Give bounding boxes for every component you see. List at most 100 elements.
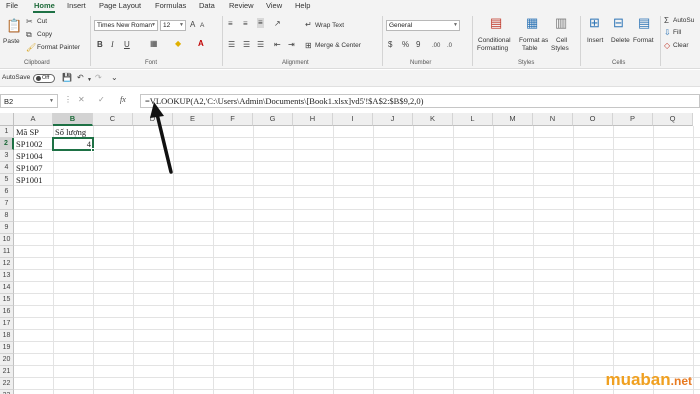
name-box-dropdown-icon[interactable]: ▼ (49, 98, 54, 104)
cell-a3[interactable]: SP1004 (14, 150, 53, 162)
column-header-p[interactable]: P (613, 113, 653, 126)
column-header-j[interactable]: J (373, 113, 413, 126)
format-painter-button[interactable]: Format Painter (37, 44, 80, 51)
column-header-n[interactable]: N (533, 113, 573, 126)
tab-home[interactable]: Home (34, 1, 55, 10)
orientation-icon[interactable]: ↗ (274, 19, 281, 29)
row-header-16[interactable]: 16 (0, 306, 14, 318)
increase-decimal-icon[interactable]: .00 (432, 41, 440, 51)
align-center-icon[interactable]: ☰ (243, 40, 250, 50)
format-as-table-icon[interactable]: ▦ (526, 16, 538, 30)
row-header-1[interactable]: 1 (0, 126, 14, 138)
undo-icon[interactable]: ↶ (77, 73, 84, 83)
decrease-font-icon[interactable]: A (200, 21, 204, 31)
clear-icon[interactable]: ◇ (664, 41, 670, 51)
row-header-3[interactable]: 3 (0, 150, 14, 162)
row-header-20[interactable]: 20 (0, 354, 14, 366)
delete-cells-button[interactable]: Delete (611, 37, 630, 44)
row-header-5[interactable]: 5 (0, 174, 14, 186)
underline-button[interactable]: U (124, 40, 130, 50)
currency-button[interactable]: $ (388, 40, 392, 50)
column-header-f[interactable]: F (213, 113, 253, 126)
autosave-toggle[interactable]: Off (33, 74, 55, 83)
format-cells-button[interactable]: Format (633, 37, 654, 44)
format-cells-icon[interactable]: ▤ (638, 16, 650, 30)
autosum-button[interactable]: AutoSu (673, 17, 694, 24)
row-header-9[interactable]: 9 (0, 222, 14, 234)
tab-review[interactable]: Review (229, 1, 254, 10)
cell-styles-icon[interactable]: ▥ (555, 16, 567, 30)
bold-button[interactable]: B (97, 40, 103, 50)
tab-file[interactable]: File (6, 1, 18, 10)
cell-area[interactable]: Mã SP Số lượng SP1002 4 SP1004 SP1007 SP1001 (14, 126, 700, 394)
wrap-text-icon[interactable]: ↵ (305, 20, 312, 30)
row-header-21[interactable]: 21 (0, 366, 14, 378)
delete-cells-icon[interactable]: ⊟ (613, 16, 624, 30)
select-all-corner[interactable] (0, 113, 14, 126)
copy-button[interactable]: Copy (37, 31, 52, 38)
row-header-12[interactable]: 12 (0, 258, 14, 270)
wrap-text-button[interactable]: Wrap Text (315, 22, 344, 29)
fill-button[interactable]: Fill (673, 29, 681, 36)
fill-color-icon[interactable]: ◆ (175, 39, 181, 49)
customize-qat-icon[interactable]: ⌄ (111, 73, 118, 83)
column-header-b[interactable]: B (53, 113, 93, 126)
column-header-g[interactable]: G (253, 113, 293, 126)
column-header-l[interactable]: L (453, 113, 493, 126)
align-right-icon[interactable]: ☰ (257, 40, 264, 50)
conditional-formatting-label[interactable]: Conditional (478, 37, 511, 44)
cell-styles-label-2[interactable]: Styles (551, 45, 569, 52)
decrease-indent-icon[interactable]: ⇤ (274, 40, 281, 50)
cut-button[interactable]: Cut (37, 18, 47, 25)
column-header-o[interactable]: O (573, 113, 613, 126)
conditional-formatting-label-2[interactable]: Formatting (477, 45, 508, 52)
increase-font-icon[interactable]: A (190, 20, 195, 30)
align-middle-icon[interactable]: ≡ (243, 19, 248, 29)
row-header-23[interactable]: 23 (0, 390, 14, 394)
row-header-7[interactable]: 7 (0, 198, 14, 210)
row-header-4[interactable]: 4 (0, 162, 14, 174)
cell-a5[interactable]: SP1001 (14, 174, 53, 186)
fill-handle[interactable] (91, 148, 95, 152)
autosum-icon[interactable]: Σ (664, 16, 669, 26)
row-header-17[interactable]: 17 (0, 318, 14, 330)
copy-icon[interactable]: ⧉ (26, 30, 32, 40)
cell-a2[interactable]: SP1002 (14, 138, 53, 150)
column-header-m[interactable]: M (493, 113, 533, 126)
clear-button[interactable]: Clear (673, 42, 689, 49)
column-header-k[interactable]: K (413, 113, 453, 126)
insert-function-icon[interactable]: fx (120, 95, 126, 105)
merge-center-button[interactable]: Merge & Center (315, 42, 361, 49)
redo-icon[interactable]: ↷ (95, 73, 102, 83)
enter-icon[interactable]: ✓ (98, 95, 105, 105)
row-header-18[interactable]: 18 (0, 330, 14, 342)
column-header-q[interactable]: Q (653, 113, 693, 126)
save-icon[interactable]: 💾 (62, 73, 72, 83)
row-header-22[interactable]: 22 (0, 378, 14, 390)
decrease-decimal-icon[interactable]: .0 (447, 41, 452, 51)
cell-a4[interactable]: SP1007 (14, 162, 53, 174)
insert-cells-button[interactable]: Insert (587, 37, 603, 44)
cell-a1[interactable]: Mã SP (14, 126, 53, 138)
row-header-14[interactable]: 14 (0, 282, 14, 294)
align-top-icon[interactable]: ≡ (228, 19, 233, 29)
row-header-11[interactable]: 11 (0, 246, 14, 258)
tab-view[interactable]: View (266, 1, 282, 10)
name-box[interactable]: B2 ▼ (0, 94, 58, 108)
row-header-6[interactable]: 6 (0, 186, 14, 198)
row-header-2[interactable]: 2 (0, 138, 14, 150)
fill-icon[interactable]: ⇩ (664, 28, 671, 38)
row-header-10[interactable]: 10 (0, 234, 14, 246)
column-header-i[interactable]: I (333, 113, 373, 126)
undo-dropdown-icon[interactable]: ▼ (87, 75, 92, 85)
font-name-select[interactable]: Times New Roman ▼ (94, 20, 158, 31)
borders-icon[interactable]: ▦ (150, 39, 158, 49)
row-header-19[interactable]: 19 (0, 342, 14, 354)
percent-button[interactable]: % (402, 40, 409, 50)
align-bottom-icon[interactable]: ≡ (257, 18, 264, 28)
increase-indent-icon[interactable]: ⇥ (288, 40, 295, 50)
format-painter-icon[interactable]: 🖌 (26, 43, 36, 53)
paste-button[interactable]: Paste (3, 38, 20, 45)
comma-style-button[interactable]: 9 (416, 40, 420, 50)
paste-icon[interactable]: 📋 (6, 19, 22, 33)
